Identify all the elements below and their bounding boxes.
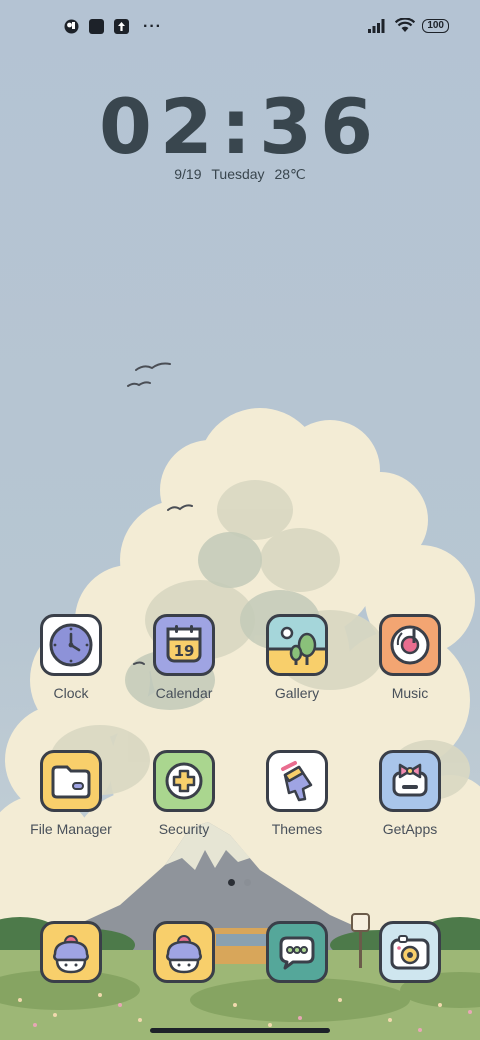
app-label: Clock [53,685,89,701]
dock-phone[interactable] [21,921,121,983]
clock-date-line[interactable]: 9/19 Tuesday 28℃ [0,166,480,183]
app-music[interactable]: Music [360,614,460,701]
app-label: Themes [271,821,323,837]
phone-face-icon [40,921,102,983]
clock-icon [40,614,102,676]
app-file-manager[interactable]: File Manager [21,750,121,837]
page-dot [244,879,251,886]
signal-icon [368,18,385,33]
getapps-icon [379,750,441,812]
temperature: 28℃ [274,166,306,182]
clock-time[interactable]: 02:36 [0,82,480,171]
app-label: Gallery [274,685,320,701]
gallery-icon [266,614,328,676]
app-calendar[interactable]: 19 Calendar [134,614,234,701]
app-clock[interactable]: Clock [21,614,121,701]
media-notification-icon [89,19,104,34]
app-label: File Manager [30,821,112,837]
app-label: Calendar [155,685,213,701]
contacts-face-icon [153,921,215,983]
page-indicator[interactable] [228,879,251,886]
app-gallery[interactable]: Gallery [247,614,347,701]
app-label: Music [391,685,429,701]
messages-icon [266,921,328,983]
home-gesture-bar[interactable] [150,1028,330,1033]
wifi-icon [395,18,416,32]
app-security[interactable]: Security [134,750,234,837]
battery-icon: 100 [422,18,449,33]
calendar-day: 19 [173,642,195,660]
app-notification-icon [64,19,79,34]
dock-camera[interactable] [360,921,460,983]
calendar-icon: 19 [153,614,215,676]
dock-messages[interactable] [247,921,347,983]
app-themes[interactable]: Themes [247,750,347,837]
status-bar: ··· 100 [0,0,480,56]
camera-icon [379,921,441,983]
app-label: Security [158,821,210,837]
themes-icon [266,750,328,812]
date: 9/19 [174,166,202,182]
dock-contacts[interactable] [134,921,234,983]
page-dot-active [228,879,235,886]
app-getapps[interactable]: GetApps [360,750,460,837]
upload-notification-icon [114,19,129,34]
app-label: GetApps [382,821,438,837]
weekday: Tuesday [211,166,265,182]
folder-icon [40,750,102,812]
security-icon [153,750,215,812]
more-notifications-icon: ··· [143,17,162,35]
music-icon [379,614,441,676]
